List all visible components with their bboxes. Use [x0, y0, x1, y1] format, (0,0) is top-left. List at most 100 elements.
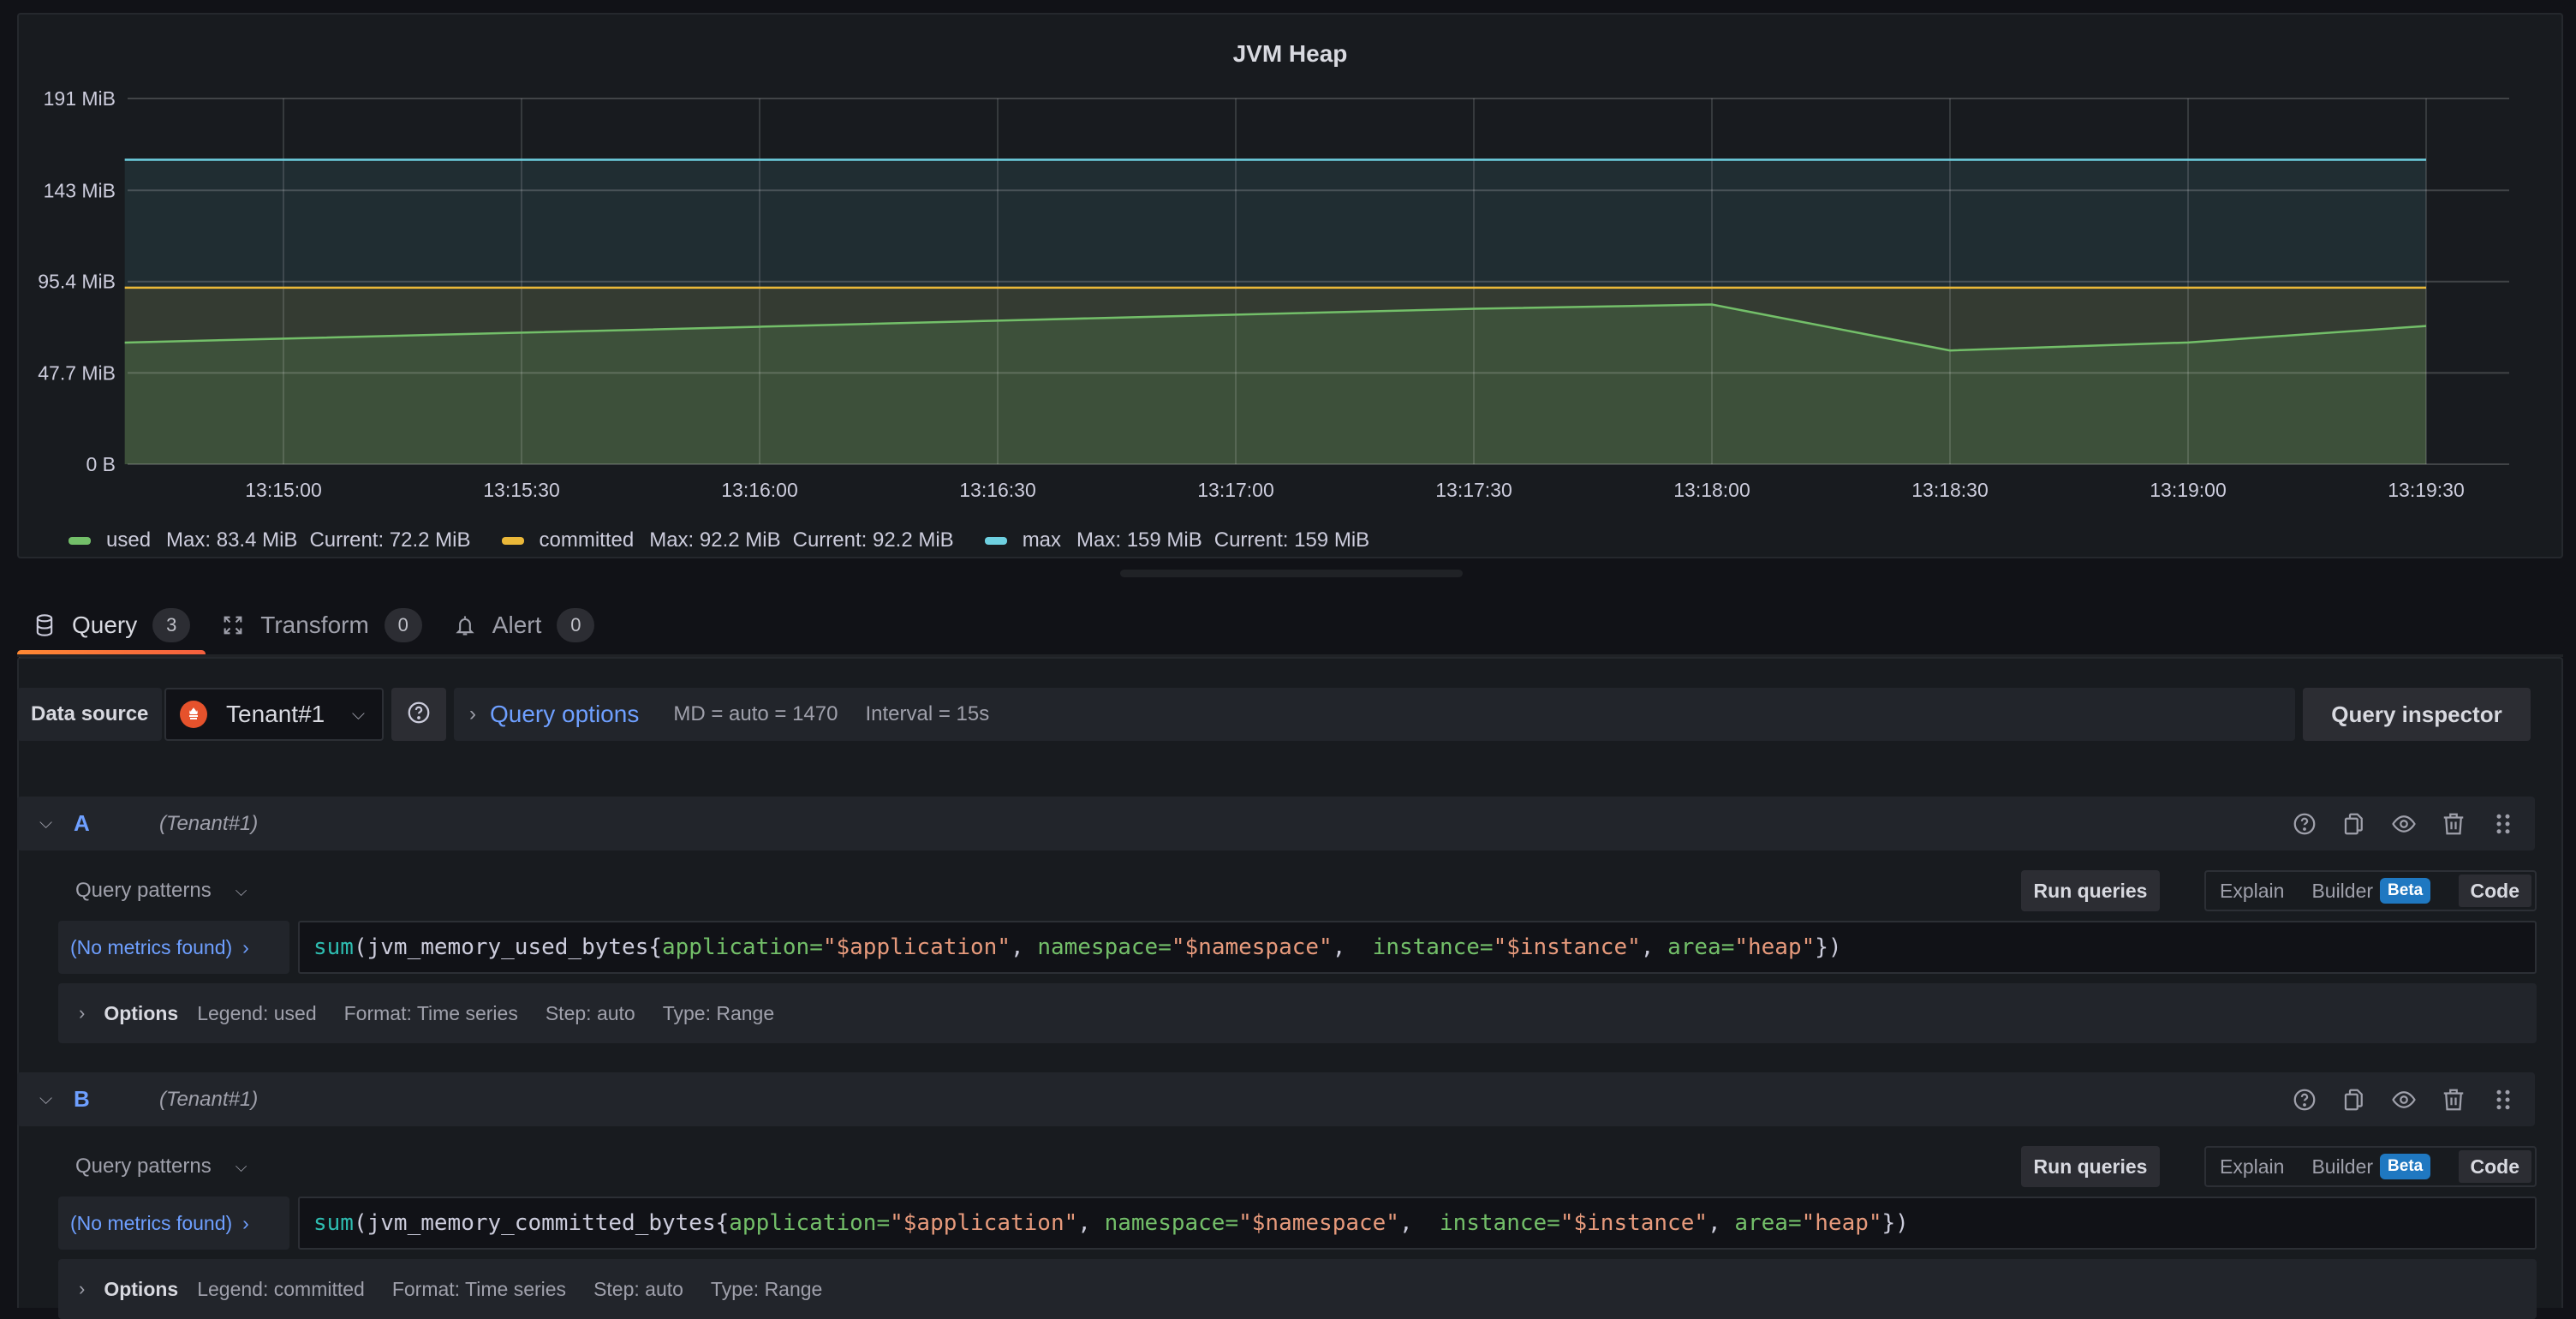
metrics-browser-button[interactable]: (No metrics found) ›	[58, 921, 289, 974]
query-row-header[interactable]: ⌵ A (Tenant#1)	[17, 797, 2535, 850]
query-patterns-dropdown[interactable]: Query patterns ⌵	[75, 1146, 247, 1187]
query-row-header[interactable]: ⌵ B (Tenant#1)	[17, 1072, 2535, 1126]
code-operator: =	[1547, 1210, 1560, 1236]
help-circle-icon[interactable]	[2292, 1087, 2317, 1113]
x-tick-label: 13:18:30	[1911, 479, 1989, 501]
query-patterns-label: Query patterns	[75, 1155, 212, 1178]
tab-query[interactable]: Query 3	[17, 600, 206, 658]
legend-current: Current: 92.2 MiB	[792, 528, 954, 552]
query-options-row[interactable]: › Options Legend: used Format: Time seri…	[58, 983, 2537, 1043]
legend-current: Current: 159 MiB	[1213, 528, 1370, 552]
y-tick-label: 0 B	[86, 453, 116, 475]
x-tick-label: 13:18:00	[1673, 479, 1750, 501]
code-metric: (jvm_memory_used_bytes{	[353, 934, 662, 960]
mode-builder[interactable]: Builder	[2298, 1155, 2387, 1179]
legend-max: Max: 92.2 MiB	[649, 528, 781, 552]
query-options-toggle[interactable]: › Query options MD = auto = 1470 Interva…	[454, 688, 2295, 741]
code-label-value: "$application"	[822, 934, 1011, 960]
metrics-browser-button[interactable]: (No metrics found) ›	[58, 1197, 289, 1250]
tab-transform[interactable]: Transform 0	[206, 600, 438, 651]
query-ref-id[interactable]: B	[74, 1086, 142, 1113]
collapse-chevron-icon[interactable]: ⌵	[39, 814, 57, 833]
code-label-value: "$instance"	[1559, 1210, 1708, 1236]
code-close: })	[1815, 934, 1842, 960]
code-label-key: area	[1734, 1210, 1788, 1236]
query-options-title: Query options	[490, 701, 640, 727]
max-data-points: MD = auto = 1470	[673, 702, 838, 725]
code-operator: =	[1479, 934, 1494, 960]
code-separator: ,	[1640, 934, 1668, 960]
legend-item-used[interactable]: used Max: 83.4 MiB Current: 72.2 MiB	[69, 528, 483, 552]
mode-explain[interactable]: Explain	[2206, 880, 2298, 903]
query-actions	[2292, 1087, 2516, 1113]
legend-name: max	[1022, 528, 1062, 552]
interval: Interval = 15s	[865, 702, 990, 725]
x-tick-label: 13:16:30	[959, 479, 1036, 501]
legend-max: Max: 159 MiB	[1076, 528, 1202, 552]
panel-resize-handle[interactable]	[1120, 570, 1463, 577]
query-datasource-name: (Tenant#1)	[159, 1087, 259, 1111]
options-label: Options	[104, 1277, 179, 1300]
eye-icon[interactable]	[2391, 811, 2417, 837]
editor-tabs: Query 3 Transform 0 Alert 0	[17, 600, 611, 658]
duplicate-icon[interactable]	[2341, 1087, 2367, 1113]
tab-count-badge: 0	[384, 608, 422, 642]
help-circle-icon[interactable]	[2292, 811, 2317, 837]
datasource-help-button[interactable]	[391, 688, 446, 741]
collapse-chevron-icon[interactable]: ⌵	[39, 1089, 57, 1109]
mode-builder[interactable]: Builder	[2298, 880, 2387, 903]
datasource-picker[interactable]: Tenant#1 ⌵	[164, 688, 384, 741]
mode-code[interactable]: Code	[2458, 874, 2531, 907]
query-ref-id[interactable]: A	[74, 810, 142, 837]
code-operator: =	[809, 934, 823, 960]
metrics-browser-label: (No metrics found)	[70, 1211, 233, 1234]
options-label: Options	[104, 1001, 179, 1024]
x-tick-label: 13:15:30	[483, 479, 560, 501]
code-label-key: namespace	[1037, 934, 1159, 960]
y-tick-label: 47.7 MiB	[38, 361, 116, 384]
query-code-editor[interactable]: sum (jvm_memory_used_bytes{application = "$…	[298, 921, 2537, 974]
legend-item-max[interactable]: max Max: 159 MiB Current: 159 MiB	[984, 528, 1381, 552]
code-label-key: namespace	[1104, 1210, 1225, 1236]
trash-icon[interactable]	[2441, 1087, 2466, 1113]
mode-code[interactable]: Code	[2458, 1150, 2531, 1183]
tab-count-badge: 3	[152, 608, 191, 642]
code-label-value: "heap"	[1801, 1210, 1882, 1236]
trash-icon[interactable]	[2441, 811, 2466, 837]
query-options-row[interactable]: › Options Legend: committed Format: Time…	[58, 1259, 2537, 1319]
legend-name: committed	[539, 528, 635, 552]
drag-handle-icon[interactable]	[2490, 811, 2516, 837]
options-legend: Legend: committed	[197, 1277, 365, 1300]
query-patterns-dropdown[interactable]: Query patterns ⌵	[75, 870, 247, 911]
query-patterns-label: Query patterns	[75, 879, 212, 902]
code-label-value: "$namespace"	[1171, 934, 1333, 960]
x-tick-label: 13:16:00	[721, 479, 798, 501]
legend-item-committed[interactable]: committed Max: 92.2 MiB Current: 92.2 Mi…	[501, 528, 966, 552]
query-inspector-button[interactable]: Query inspector	[2303, 688, 2531, 741]
code-separator: ,	[1332, 934, 1373, 960]
code-function: sum	[313, 1210, 354, 1236]
chevron-down-icon: ⌵	[235, 881, 247, 899]
eye-icon[interactable]	[2391, 1087, 2417, 1113]
tab-label: Alert	[492, 612, 542, 638]
mode-explain[interactable]: Explain	[2206, 1155, 2298, 1179]
transform-icon	[221, 613, 245, 637]
legend-max: Max: 83.4 MiB	[166, 528, 298, 552]
run-queries-button[interactable]: Run queries	[2021, 870, 2160, 911]
code-label-key: instance	[1439, 1210, 1547, 1236]
code-operator: =	[1158, 934, 1172, 960]
options-type: Type: Range	[710, 1277, 823, 1300]
tab-count-badge: 0	[557, 608, 595, 642]
datasource-name: Tenant#1	[226, 701, 325, 727]
run-queries-button[interactable]: Run queries	[2021, 1146, 2160, 1187]
legend-swatch-max	[984, 536, 1007, 545]
tab-alert[interactable]: Alert 0	[438, 600, 611, 651]
code-operator: =	[876, 1210, 891, 1236]
code-separator: ,	[1011, 934, 1038, 960]
options-step: Step: auto	[593, 1277, 683, 1300]
code-label-key: application	[729, 1210, 877, 1236]
drag-handle-icon[interactable]	[2490, 1087, 2516, 1113]
duplicate-icon[interactable]	[2341, 811, 2367, 837]
query-code-editor[interactable]: sum (jvm_memory_committed_bytes{applicati…	[298, 1197, 2537, 1250]
chart-plot[interactable]: 0 B 47.7 MiB 95.4 MiB 143 MiB 191 MiB 13:15:0…	[19, 15, 2561, 557]
